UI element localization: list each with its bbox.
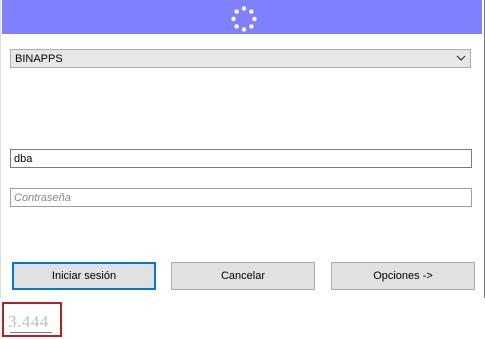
version-number: 3.444 xyxy=(8,312,49,331)
loading-spinner-icon xyxy=(231,6,257,32)
username-field[interactable] xyxy=(10,149,472,168)
connection-select-value: BINAPPS xyxy=(15,53,63,65)
version-underline xyxy=(10,332,52,333)
login-button[interactable]: Iniciar sesión xyxy=(12,262,156,290)
version-indicator: 3.444 xyxy=(2,302,62,337)
chevron-down-icon xyxy=(456,55,466,61)
login-window: BINAPPS Iniciar sesión Cancelar Opciones… xyxy=(0,0,485,298)
password-field[interactable] xyxy=(10,188,472,207)
cancel-button[interactable]: Cancelar xyxy=(171,262,315,290)
connection-select[interactable]: BINAPPS xyxy=(10,49,471,68)
options-button[interactable]: Opciones -> xyxy=(331,262,475,290)
header-bar xyxy=(2,0,482,34)
